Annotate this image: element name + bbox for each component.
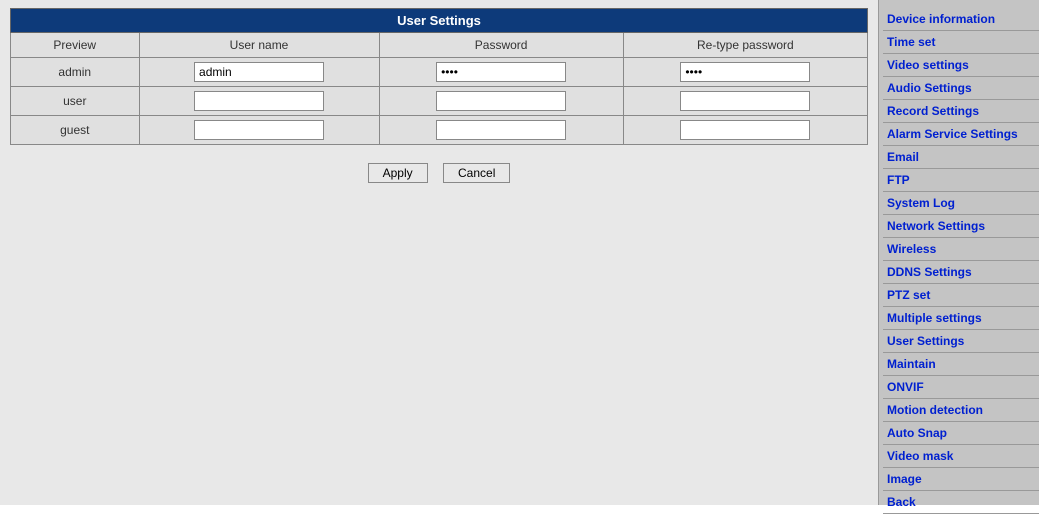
sidebar-item-audio-settings[interactable]: Audio Settings (883, 77, 1039, 100)
user-settings-table: User Settings Preview User name Password… (10, 8, 868, 145)
sidebar-item-video-settings[interactable]: Video settings (883, 54, 1039, 77)
sidebar-item-video-mask[interactable]: Video mask (883, 445, 1039, 468)
table-row: guest (11, 116, 868, 145)
sidebar-item-ddns-settings[interactable]: DDNS Settings (883, 261, 1039, 284)
column-header-preview: Preview (11, 33, 140, 58)
main-panel: User Settings Preview User name Password… (0, 0, 879, 505)
username-input[interactable] (194, 120, 324, 140)
username-input[interactable] (194, 91, 324, 111)
sidebar-item-auto-snap[interactable]: Auto Snap (883, 422, 1039, 445)
password-input[interactable] (436, 62, 566, 82)
sidebar-item-system-log[interactable]: System Log (883, 192, 1039, 215)
retype-password-input[interactable] (680, 62, 810, 82)
preview-label: admin (11, 58, 140, 87)
sidebar-item-ptz-set[interactable]: PTZ set (883, 284, 1039, 307)
sidebar-item-wireless[interactable]: Wireless (883, 238, 1039, 261)
sidebar-item-motion-detection[interactable]: Motion detection (883, 399, 1039, 422)
retype-password-input[interactable] (680, 91, 810, 111)
button-row: Apply Cancel (10, 145, 868, 183)
username-input[interactable] (194, 62, 324, 82)
sidebar-item-network-settings[interactable]: Network Settings (883, 215, 1039, 238)
sidebar-item-onvif[interactable]: ONVIF (883, 376, 1039, 399)
table-row: admin (11, 58, 868, 87)
cancel-button[interactable]: Cancel (443, 163, 510, 183)
sidebar-item-device-information[interactable]: Device information (883, 8, 1039, 31)
sidebar: Device information Time set Video settin… (879, 0, 1039, 505)
sidebar-item-user-settings[interactable]: User Settings (883, 330, 1039, 353)
sidebar-item-image[interactable]: Image (883, 468, 1039, 491)
preview-label: guest (11, 116, 140, 145)
column-header-password: Password (379, 33, 623, 58)
column-header-username: User name (139, 33, 379, 58)
sidebar-item-email[interactable]: Email (883, 146, 1039, 169)
preview-label: user (11, 87, 140, 116)
retype-password-input[interactable] (680, 120, 810, 140)
table-row: user (11, 87, 868, 116)
sidebar-item-multiple-settings[interactable]: Multiple settings (883, 307, 1039, 330)
sidebar-item-time-set[interactable]: Time set (883, 31, 1039, 54)
column-header-retype: Re-type password (623, 33, 867, 58)
sidebar-item-back[interactable]: Back (883, 491, 1039, 514)
sidebar-item-alarm-service-settings[interactable]: Alarm Service Settings (883, 123, 1039, 146)
password-input[interactable] (436, 120, 566, 140)
apply-button[interactable]: Apply (368, 163, 428, 183)
sidebar-item-record-settings[interactable]: Record Settings (883, 100, 1039, 123)
sidebar-item-ftp[interactable]: FTP (883, 169, 1039, 192)
sidebar-item-maintain[interactable]: Maintain (883, 353, 1039, 376)
password-input[interactable] (436, 91, 566, 111)
page-title: User Settings (11, 9, 868, 33)
